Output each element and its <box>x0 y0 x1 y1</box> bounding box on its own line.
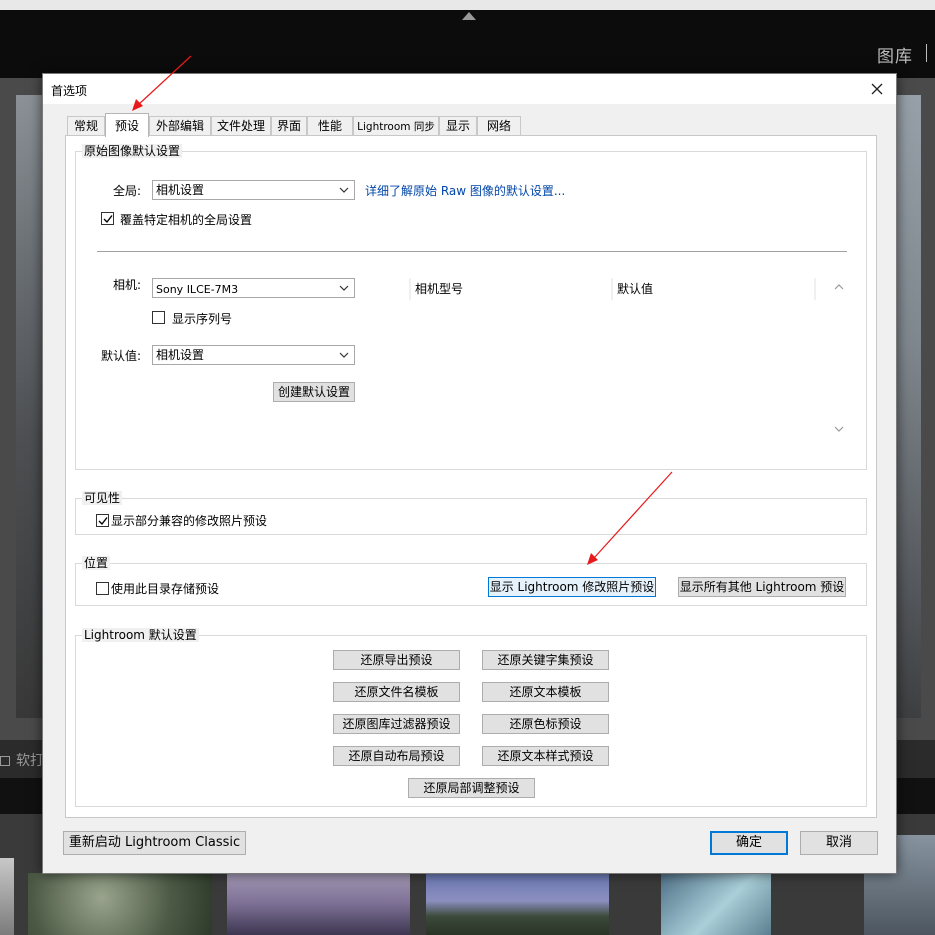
visibility-group-label: 可见性 <box>82 491 123 505</box>
scroll-down-icon[interactable] <box>834 425 844 433</box>
show-partial-presets-checkbox[interactable] <box>96 514 109 527</box>
close-icon <box>871 83 883 95</box>
restore-library-filter-presets-button[interactable]: 还原图库过滤器预设 <box>333 714 460 734</box>
column-divider <box>611 278 613 300</box>
filmstrip-thumbnail[interactable] <box>0 858 14 935</box>
store-with-catalog-label: 使用此目录存储预设 <box>111 582 220 596</box>
tab-lightroom-sync-label: Lightroom 同步 <box>357 121 435 133</box>
restore-auto-layout-presets-button[interactable]: 还原自动布局预设 <box>333 746 460 766</box>
app-top-strip <box>0 0 935 10</box>
scroll-up-icon[interactable] <box>834 283 844 291</box>
chevron-down-icon <box>339 285 349 291</box>
dialog-title: 首选项 <box>51 84 88 98</box>
tab-file-handling[interactable]: 文件处理 <box>211 116 271 136</box>
show-serial-label: 显示序列号 <box>172 312 233 326</box>
global-select[interactable]: 相机设置 <box>152 180 355 200</box>
column-header-default-value[interactable]: 默认值 <box>613 278 814 300</box>
restore-local-adjustment-presets-button[interactable]: 还原局部调整预设 <box>408 778 535 798</box>
tab-network[interactable]: 网络 <box>477 116 521 136</box>
module-separator <box>926 44 927 62</box>
filmstrip-thumbnail[interactable] <box>28 873 212 935</box>
app-top-bar <box>0 10 935 78</box>
global-label: 全局: <box>113 184 142 198</box>
chevron-down-icon <box>339 352 349 358</box>
global-select-value: 相机设置 <box>156 183 205 197</box>
show-partial-presets-label: 显示部分兼容的修改照片预设 <box>111 514 268 528</box>
soft-proof-label: 软打 <box>16 753 44 769</box>
tab-display[interactable]: 显示 <box>439 116 477 136</box>
show-other-presets-button[interactable]: 显示所有其他 Lightroom 预设 <box>678 577 846 597</box>
camera-defaults-table: 相机型号 默认值 <box>381 278 832 438</box>
restore-text-templates-button[interactable]: 还原文本模板 <box>482 682 609 702</box>
restore-color-label-presets-button[interactable]: 还原色标预设 <box>482 714 609 734</box>
divider <box>97 251 847 252</box>
default-value-select[interactable]: 相机设置 <box>152 345 355 365</box>
checkmark-icon <box>98 517 108 526</box>
column-header-camera-model[interactable]: 相机型号 <box>411 278 611 300</box>
show-serial-checkbox[interactable] <box>152 311 165 324</box>
checkmark-icon <box>103 215 113 224</box>
location-group-label: 位置 <box>82 556 111 570</box>
tab-presets[interactable]: 预设 <box>105 113 149 137</box>
camera-select[interactable]: Sony ILCE-7M3 <box>152 278 355 298</box>
default-value-label: 默认值: <box>101 349 142 363</box>
learn-more-raw-defaults-link[interactable]: 详细了解原始 Raw 图像的默认设置... <box>365 184 565 198</box>
filmstrip-thumbnail[interactable] <box>661 873 771 935</box>
column-divider <box>814 278 816 300</box>
tab-lightroom-sync[interactable]: Lightroom 同步 <box>353 116 439 136</box>
soft-proof-toggle[interactable]: 软打 <box>0 750 44 770</box>
override-camera-checkbox[interactable] <box>101 212 114 225</box>
restore-filename-templates-button[interactable]: 还原文件名模板 <box>333 682 460 702</box>
panel-collapse-up-icon[interactable] <box>462 12 476 20</box>
preferences-dialog: 首选项 常规 预设 外部编辑 文件处理 界面 性能 Lightroom 同步 显… <box>42 73 897 874</box>
tab-general[interactable]: 常规 <box>67 116 105 136</box>
default-value-select-value: 相机设置 <box>156 348 205 362</box>
cancel-button[interactable]: 取消 <box>800 831 878 855</box>
ok-button[interactable]: 确定 <box>710 831 788 855</box>
override-camera-label: 覆盖特定相机的全局设置 <box>120 213 253 227</box>
restore-keyword-set-presets-button[interactable]: 还原关键字集预设 <box>482 650 609 670</box>
tab-interface[interactable]: 界面 <box>271 116 307 136</box>
chevron-down-icon <box>339 187 349 193</box>
table-row-header-cell <box>381 278 411 300</box>
restore-export-presets-button[interactable]: 还原导出预设 <box>333 650 460 670</box>
filmstrip-thumbnail[interactable] <box>426 873 609 935</box>
soft-proof-checkbox[interactable] <box>0 756 10 766</box>
module-library-link[interactable]: 图库 <box>877 42 913 67</box>
filmstrip-thumbnail[interactable] <box>227 873 410 935</box>
lightroom-defaults-group-label: Lightroom 默认设置 <box>82 628 199 642</box>
camera-select-value: Sony ILCE-7M3 <box>156 283 239 296</box>
close-button[interactable] <box>866 78 888 100</box>
dialog-titlebar: 首选项 <box>43 74 896 104</box>
restore-text-style-presets-button[interactable]: 还原文本样式预设 <box>482 746 609 766</box>
tab-panel-presets: 原始图像默认设置 全局: 相机设置 详细了解原始 Raw 图像的默认设置... … <box>65 135 877 818</box>
main-photo-left-edge <box>16 95 43 718</box>
raw-defaults-group-label: 原始图像默认设置 <box>82 144 183 158</box>
main-photo-right-edge <box>896 95 921 718</box>
restart-lightroom-button[interactable]: 重新启动 Lightroom Classic <box>63 831 246 855</box>
show-develop-presets-button[interactable]: 显示 Lightroom 修改照片预设 <box>488 577 656 597</box>
tab-performance[interactable]: 性能 <box>307 116 353 136</box>
create-default-button[interactable]: 创建默认设置 <box>273 382 355 402</box>
tab-external-editing[interactable]: 外部编辑 <box>149 116 211 136</box>
store-with-catalog-checkbox[interactable] <box>96 582 109 595</box>
camera-label: 相机: <box>113 278 142 292</box>
